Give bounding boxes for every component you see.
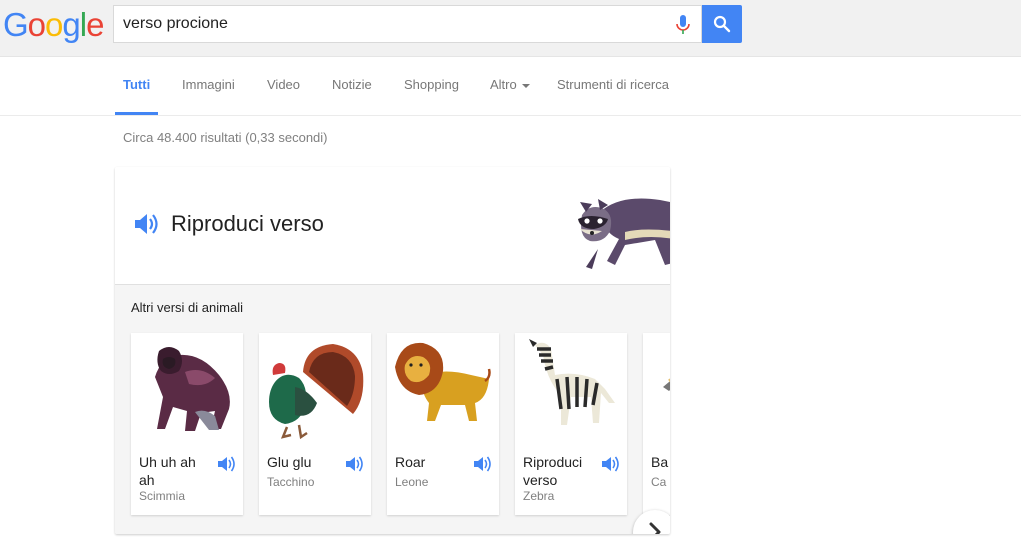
- header-bar: Google: [0, 0, 1021, 57]
- turkey-icon: [269, 344, 364, 440]
- animal-sound-label: Glu glu: [267, 454, 312, 470]
- active-tab-indicator: [115, 112, 158, 115]
- speaker-icon[interactable]: [345, 455, 365, 473]
- play-sound-label: Riproduci verso: [171, 211, 324, 236]
- tab-altro[interactable]: Altro: [490, 77, 530, 92]
- animal-name: Zebra: [523, 489, 555, 503]
- speaker-icon[interactable]: [217, 455, 237, 473]
- gorilla-icon: [155, 347, 230, 431]
- next-animals-button[interactable]: [633, 510, 670, 534]
- other-animals-section: Altri versi di animali Uh uh ah ah Scimm…: [115, 285, 670, 534]
- animal-sound-label: Roar: [395, 454, 426, 470]
- animal-name: Leone: [395, 475, 429, 489]
- speaker-icon[interactable]: [601, 455, 621, 473]
- logo-letter: e: [86, 6, 104, 43]
- tab-immagini[interactable]: Immagini: [182, 77, 235, 92]
- animal-card-tacchino[interactable]: Glu glu Tacchino: [259, 333, 371, 515]
- result-stats: Circa 48.400 risultati (0,33 secondi): [123, 130, 328, 145]
- play-sound-button[interactable]: Riproduci verso: [133, 211, 324, 237]
- raccoon-icon: [578, 198, 670, 269]
- tab-video[interactable]: Video: [267, 77, 300, 92]
- search-tabs: Tutti Immagini Video Notizie Shopping Al…: [0, 57, 1021, 116]
- logo-letter: g: [62, 6, 80, 43]
- logo-letter: o: [45, 6, 63, 43]
- chevron-right-icon: [649, 522, 661, 534]
- animal-sound-card: Riproduci verso Altri versi di animali U…: [115, 167, 670, 534]
- animal-sound-label: Riproduci verso: [523, 454, 583, 488]
- logo-letter: G: [3, 6, 29, 43]
- tab-altro-label: Altro: [490, 77, 517, 92]
- other-animals-title: Altri versi di animali: [131, 300, 243, 315]
- animal-name: Tacchino: [267, 475, 315, 489]
- animal-card-scimmia[interactable]: Uh uh ah ah Scimmia: [131, 333, 243, 515]
- animal-icon: [663, 378, 670, 391]
- search-box: [113, 5, 702, 43]
- tab-tutti[interactable]: Tutti: [123, 77, 150, 92]
- microphone-icon[interactable]: [675, 14, 691, 36]
- animal-sound-label: Ba: [651, 454, 669, 470]
- logo-letter: o: [27, 6, 46, 43]
- animal-name: Ca: [651, 475, 667, 489]
- animal-card-leone[interactable]: Roar Leone: [387, 333, 499, 515]
- tab-strumenti-di-ricerca[interactable]: Strumenti di ricerca: [557, 77, 669, 92]
- animal-card-zebra[interactable]: Riproduci verso Zebra: [515, 333, 627, 515]
- google-logo[interactable]: Google: [3, 6, 104, 43]
- card-header: Riproduci verso: [115, 167, 670, 285]
- tab-shopping[interactable]: Shopping: [404, 77, 459, 92]
- search-icon: [713, 15, 731, 33]
- zebra-icon: [529, 339, 615, 425]
- lion-icon: [395, 342, 491, 421]
- animal-name: Scimmia: [139, 489, 186, 503]
- speaker-icon[interactable]: [473, 455, 493, 473]
- search-button[interactable]: [702, 5, 742, 43]
- animal-card-partial[interactable]: Ba Ca: [643, 333, 670, 515]
- animal-sound-label: Uh uh ah ah: [139, 454, 196, 488]
- tab-notizie[interactable]: Notizie: [332, 77, 372, 92]
- caret-down-icon: [521, 83, 530, 88]
- speaker-icon: [135, 214, 158, 234]
- search-input[interactable]: [123, 6, 663, 42]
